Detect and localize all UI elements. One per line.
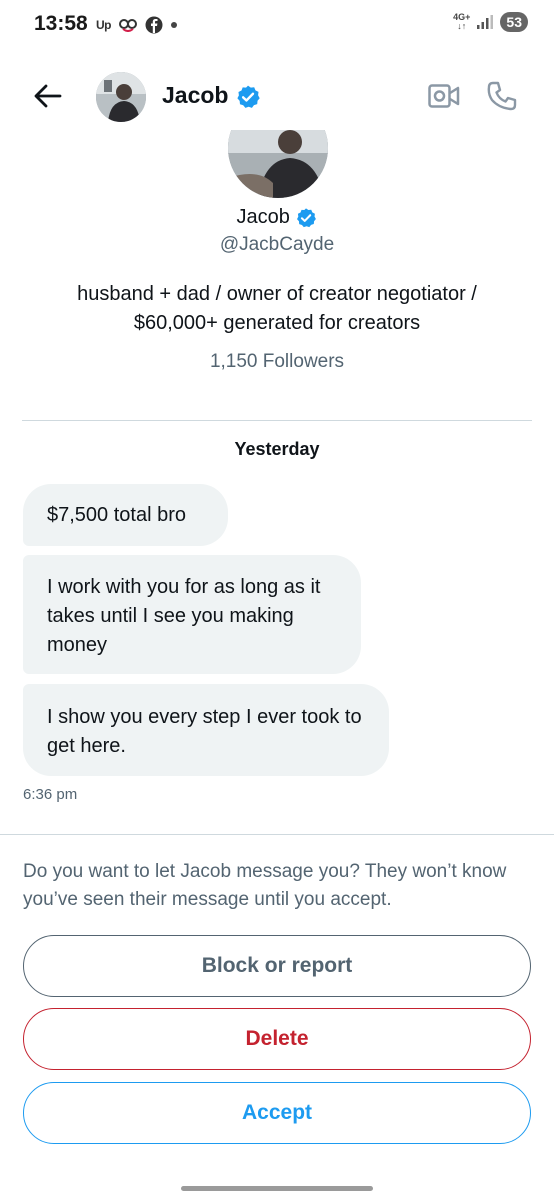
facebook-icon <box>145 16 163 34</box>
header-name[interactable]: Jacob <box>162 82 261 110</box>
profile-name[interactable]: Jacob <box>0 206 554 229</box>
home-indicator[interactable] <box>181 1186 373 1191</box>
avatar-photo-icon <box>96 72 146 122</box>
profile-bio: husband + dad / owner of creator negotia… <box>40 280 514 338</box>
message-bubble[interactable]: I work with you for as long as it takes … <box>23 555 361 674</box>
message-request-prompt: Do you want to let Jacob message you? Th… <box>23 861 507 910</box>
conversation-header: Jacob <box>0 62 554 130</box>
block-or-report-button[interactable]: Block or report <box>23 935 531 997</box>
header-avatar[interactable] <box>96 72 146 122</box>
date-separator: Yesterday <box>234 439 320 459</box>
video-call-icon[interactable] <box>428 82 460 110</box>
status-time: 13:58 <box>34 12 88 35</box>
header-name-text: Jacob <box>162 82 229 108</box>
profile-handle[interactable]: @JacbCayde <box>0 234 554 256</box>
message-timestamp: 6:36 pm <box>23 786 78 803</box>
verified-badge-icon <box>237 85 260 108</box>
signal-icon <box>477 15 494 29</box>
divider <box>22 420 532 421</box>
accept-button[interactable]: Accept <box>23 1082 531 1144</box>
message-bubble[interactable]: $7,500 total bro <box>23 484 228 546</box>
back-arrow-icon[interactable] <box>32 80 64 112</box>
status-bar: 13:58 Up 4G+ ↓↑ 53 <box>0 0 554 52</box>
messenger-emoji-icon <box>119 19 137 32</box>
followers-count[interactable]: 1,150 Followers <box>0 351 554 373</box>
profile-name-text: Jacob <box>236 206 290 228</box>
battery-indicator: 53 <box>500 12 528 32</box>
network-indicator: 4G+ ↓↑ <box>453 13 470 31</box>
bio-line-1: husband + dad / owner of creator negotia… <box>77 283 477 305</box>
bio-line-2: $60,000+ generated for creators <box>133 312 421 334</box>
divider <box>0 834 554 835</box>
verified-badge-icon <box>297 208 317 227</box>
notification-icons: Up <box>96 14 177 36</box>
up-app-icon: Up <box>96 18 112 32</box>
phone-call-icon[interactable] <box>486 80 518 112</box>
more-notifications-dot <box>171 22 177 28</box>
data-arrows-icon: ↓↑ <box>457 21 467 31</box>
message-bubble[interactable]: I show you every step I ever took to get… <box>23 684 389 776</box>
delete-button[interactable]: Delete <box>23 1008 531 1070</box>
